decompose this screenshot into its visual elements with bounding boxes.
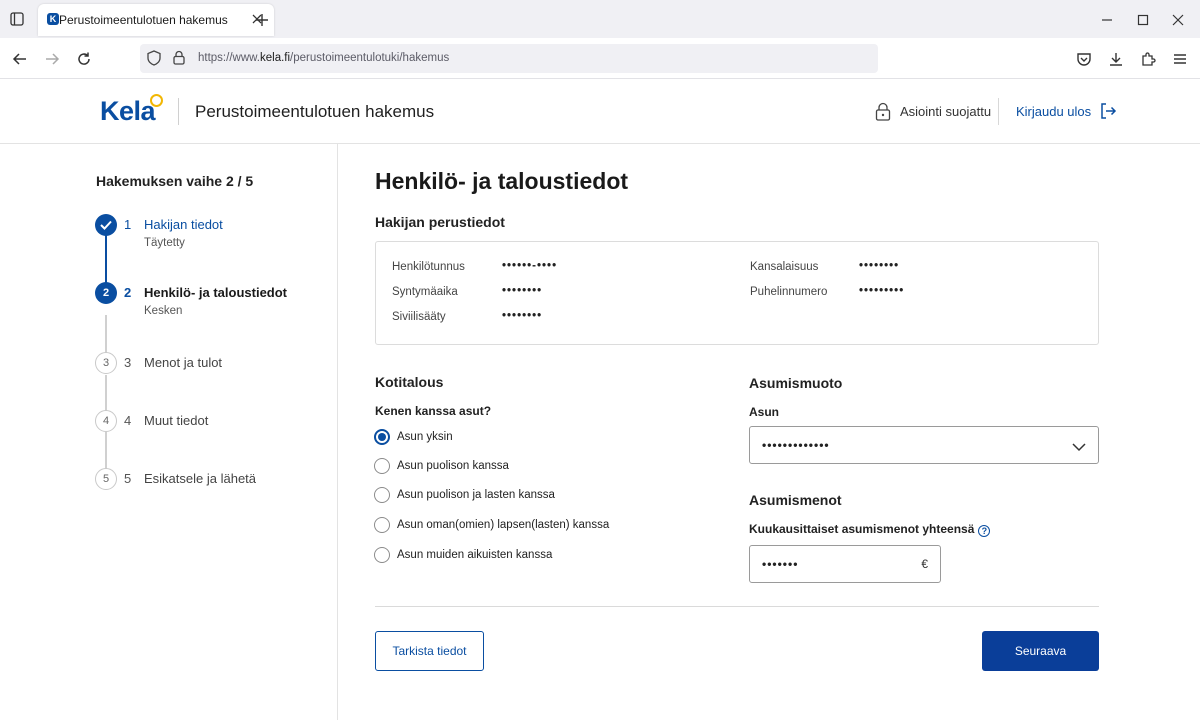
kela-favicon-icon: K (47, 13, 59, 25)
url-text: https://www.kela.fi/perustoimeentulotuki… (198, 52, 450, 64)
step-status: Kesken (144, 305, 183, 317)
forward-arrow-icon[interactable] (42, 49, 62, 69)
step-number-badge: 5 (95, 468, 117, 490)
page-title: Perustoimeentulotuen hakemus (195, 102, 435, 121)
header-divider (998, 98, 999, 125)
address-bar[interactable]: https://www.kela.fi/perustoimeentulotuki… (140, 44, 878, 73)
logout-label: Kirjaudu ulos (1016, 103, 1092, 119)
radio-button[interactable] (374, 429, 390, 445)
chevron-down-icon (1072, 439, 1086, 457)
step-status: Täytetty (144, 237, 185, 249)
check-details-button[interactable]: Tarkista tiedot (375, 631, 484, 671)
housing-type-select[interactable]: ••••••••••••• (749, 426, 1099, 464)
household-question: Kenen kanssa asut? (375, 404, 492, 418)
logout-icon (1101, 103, 1117, 119)
step-5[interactable]: 5 5 Esikatsele ja lähetä (95, 468, 325, 508)
kela-logo[interactable]: Kela (100, 94, 163, 128)
radio-with-own-children[interactable]: Asun oman(omien) lapsen(lasten) kanssa (374, 516, 609, 534)
radio-live-alone[interactable]: Asun yksin (374, 428, 453, 446)
radio-button[interactable] (374, 547, 390, 563)
currency-symbol: € (921, 557, 928, 571)
download-icon[interactable] (1106, 49, 1126, 69)
housing-costs-label: Kuukausittaiset asumismenot yhteensä? (749, 522, 991, 537)
form-divider (375, 606, 1099, 607)
secure-label: Asiointi suojattu (900, 103, 992, 119)
browser-tab-bar: K Perustoimeentulotuen hakemus (0, 0, 1200, 38)
tab-list-icon[interactable] (8, 10, 26, 28)
reload-icon[interactable] (74, 49, 94, 69)
basic-info-card: Henkilötunnus ••••••-•••• Syntymäaika ••… (375, 241, 1099, 345)
step-number-badge: 4 (95, 410, 117, 432)
housing-type-heading: Asumismuoto (749, 375, 843, 391)
radio-with-other-adults[interactable]: Asun muiden aikuisten kanssa (374, 546, 552, 564)
help-question-icon[interactable]: ? (978, 525, 991, 537)
step-1[interactable]: 1 Hakijan tiedot Täytetty (95, 214, 325, 254)
new-tab-button[interactable] (252, 10, 272, 30)
tab-title: Perustoimeentulotuen hakemus (59, 13, 228, 27)
page-header: Kela Perustoimeentulotuen hakemus Asioin… (0, 79, 1200, 144)
step-label: Hakijan tiedot (144, 217, 223, 232)
step-number-badge: 3 (95, 352, 117, 374)
logout-button[interactable]: Kirjaudu ulos (1016, 101, 1117, 121)
step-4[interactable]: 4 4 Muut tiedot (95, 410, 325, 450)
form-title: Henkilö- ja taloustiedot (375, 168, 629, 194)
housing-costs-heading: Asumismenot (749, 492, 842, 508)
step-label: Menot ja tulot (144, 355, 223, 370)
header-divider (178, 98, 179, 125)
basic-info-heading: Hakijan perustiedot (375, 214, 505, 230)
secure-session-indicator: Asiointi suojattu (875, 101, 991, 121)
radio-button[interactable] (374, 458, 390, 474)
lock-icon[interactable] (173, 50, 185, 70)
housing-select-label: Asun (749, 405, 779, 419)
step-label: Muut tiedot (144, 413, 209, 428)
housing-costs-input[interactable]: ••••••• € (749, 545, 941, 583)
housing-costs-value: ••••••• (762, 557, 799, 571)
radio-button[interactable] (374, 487, 390, 503)
pocket-icon[interactable] (1074, 49, 1094, 69)
radio-button[interactable] (374, 517, 390, 533)
radio-with-spouse-and-children[interactable]: Asun puolison ja lasten kanssa (374, 486, 555, 504)
step-number-badge: 2 (95, 282, 117, 304)
step-2[interactable]: 2 2 Henkilö- ja taloustiedot Kesken (95, 282, 325, 322)
logo-accent-icon (150, 94, 163, 107)
back-arrow-icon[interactable] (10, 49, 30, 69)
maximize-icon[interactable] (1133, 10, 1153, 30)
extensions-icon[interactable] (1138, 49, 1158, 69)
browser-tab[interactable]: K Perustoimeentulotuen hakemus (38, 4, 274, 36)
housing-select-value: ••••••••••••• (762, 438, 830, 452)
step-label: Henkilö- ja taloustiedot (144, 285, 288, 300)
menu-icon[interactable] (1170, 49, 1190, 69)
minimize-icon[interactable] (1097, 10, 1117, 30)
padlock-icon (875, 102, 891, 121)
step-counter: Hakemuksen vaihe 2 / 5 (96, 173, 254, 189)
household-heading: Kotitalous (375, 374, 444, 390)
radio-with-spouse[interactable]: Asun puolison kanssa (374, 457, 509, 475)
shield-icon[interactable] (147, 50, 161, 71)
window-close-icon[interactable] (1168, 10, 1188, 30)
browser-nav-bar: https://www.kela.fi/perustoimeentulotuki… (0, 38, 1200, 79)
next-button[interactable]: Seuraava (982, 631, 1099, 671)
step-3[interactable]: 3 3 Menot ja tulot (95, 352, 325, 392)
step-label: Esikatsele ja lähetä (144, 471, 257, 486)
checkmark-icon (95, 214, 117, 236)
progress-sidebar: Hakemuksen vaihe 2 / 5 1 Hakijan tiedot … (0, 144, 338, 720)
